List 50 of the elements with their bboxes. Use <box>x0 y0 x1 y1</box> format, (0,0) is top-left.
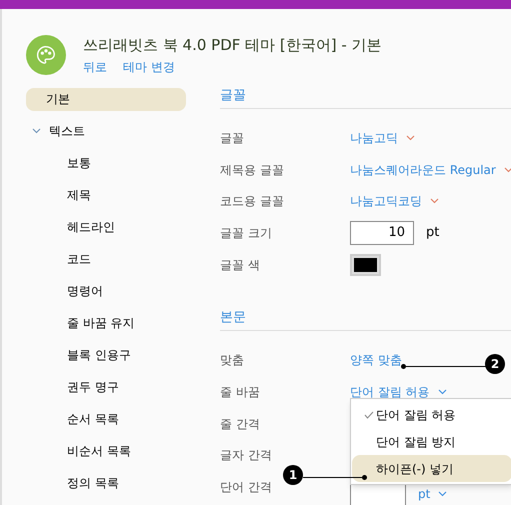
field-label: 줄 간격 <box>220 416 261 433</box>
font-dropdown[interactable]: 나눔스퀘어라운드 Regular <box>350 160 511 179</box>
sidebar-item[interactable]: 정의 목록 <box>26 472 127 494</box>
sidebar-item[interactable]: 제목 <box>26 184 99 206</box>
leader-line <box>303 475 367 480</box>
field-label: 코드용 글꼴 <box>220 193 285 210</box>
sidebar-item[interactable]: 명령어 <box>26 280 111 302</box>
sidebar-item[interactable]: 비순서 목록 <box>26 440 139 462</box>
caret-icon <box>430 198 439 204</box>
menu-item[interactable]: 하이픈(-) 넣기 <box>352 455 511 482</box>
caret-icon <box>504 166 511 173</box>
sidebar-item[interactable]: 순서 목록 <box>26 408 127 430</box>
header-link[interactable]: 테마 변경 <box>123 58 175 76</box>
sidebar-item[interactable]: 헤드라인 <box>26 216 123 238</box>
field-label: 단어 간격 <box>220 479 273 496</box>
page-title: 쓰리래빗츠 북 4.0 PDF 테마 [한국어] - 기본 <box>83 35 382 56</box>
font-dropdown[interactable]: 나눔고딕 <box>350 128 415 147</box>
field-label: 글꼴 색 <box>220 256 261 274</box>
check-icon <box>364 410 374 419</box>
caret-icon <box>406 134 415 141</box>
field-label: 글꼴 <box>220 130 245 147</box>
sidebar-item[interactable]: 권두 명구 <box>26 376 127 398</box>
align-dropdown[interactable]: 양쪽 맞춤 <box>350 351 402 370</box>
field-label: 제목용 글꼴 <box>220 162 285 179</box>
sidebar-item[interactable]: 기본 <box>26 88 186 110</box>
sidebar-item[interactable]: 블록 인용구 <box>26 344 139 366</box>
field-label: 줄 바꿈 <box>220 384 261 401</box>
size-input[interactable]: 10 <box>350 220 414 245</box>
menu-item[interactable]: 단어 잘림 허용 <box>352 401 511 428</box>
section-header: 글꼴 <box>220 83 511 109</box>
sidebar-item[interactable]: 줄 바꿈 유지 <box>26 312 143 334</box>
caret-icon <box>438 491 448 498</box>
font-dropdown[interactable]: 단어 잘림 허용 <box>350 382 447 401</box>
menu-item[interactable]: 단어 잘림 방지 <box>352 428 511 456</box>
section-header: 본문 <box>220 305 511 332</box>
field-label: 글꼴 크기 <box>220 224 273 242</box>
color-swatch[interactable] <box>350 254 381 276</box>
callout-number: 1 <box>283 465 303 485</box>
sidebar-item[interactable]: 보통 <box>26 152 99 174</box>
palette-icon <box>26 35 66 75</box>
unit-dropdown[interactable]: pt <box>418 485 448 504</box>
header-link[interactable]: 뒤로 <box>83 58 107 76</box>
unit-label: pt <box>426 224 440 242</box>
sidebar-item[interactable]: 텍스트 <box>26 120 186 142</box>
caret-icon <box>438 388 447 395</box>
callout-number: 2 <box>485 354 505 374</box>
font-dropdown[interactable]: 나눔고딕코딩 <box>350 192 439 210</box>
field-label: 글자 간격 <box>220 447 273 464</box>
sidebar-item[interactable]: 코드 <box>26 248 99 270</box>
field-label: 맞춤 <box>220 352 245 370</box>
